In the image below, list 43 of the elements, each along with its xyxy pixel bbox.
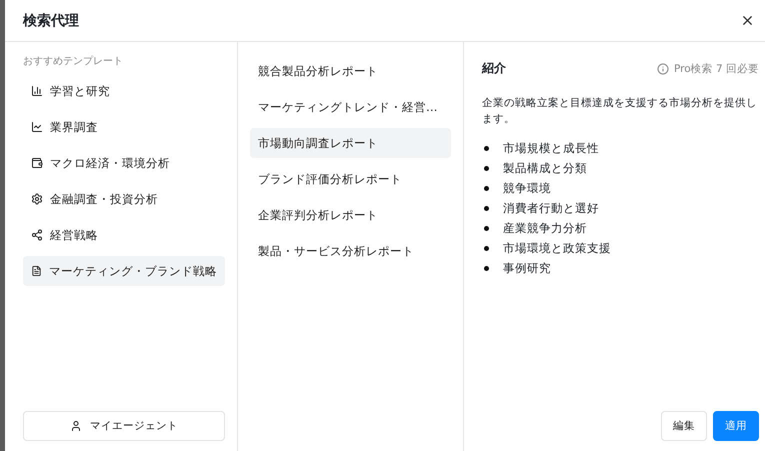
document-icon xyxy=(31,265,42,277)
bullet-icon xyxy=(484,146,489,151)
feature-point: 製品構成と分類 xyxy=(503,161,587,176)
template-item[interactable]: ブランド評価分析レポート xyxy=(250,164,451,194)
template-item[interactable]: マーケティングトレンド・経営… xyxy=(250,92,451,122)
template-item[interactable]: 製品・サービス分析レポート xyxy=(250,236,451,266)
requirement-text: Pro検索 7 回必要 xyxy=(674,62,759,76)
gear-icon xyxy=(31,193,43,205)
sidebar-item[interactable]: マクロ経済・環境分析 xyxy=(23,148,225,178)
bullet-icon xyxy=(484,246,489,251)
apply-button[interactable]: 適用 xyxy=(713,411,759,441)
bullet-icon xyxy=(484,186,489,191)
template-item[interactable]: 市場動向調査レポート xyxy=(250,128,451,158)
template-item[interactable]: 競合製品分析レポート xyxy=(250,56,451,86)
bar-chart-icon xyxy=(31,85,43,97)
template-item[interactable]: 企業評判分析レポート xyxy=(250,200,451,230)
info-icon xyxy=(656,62,669,74)
my-agent-button[interactable]: マイエージェント xyxy=(23,411,225,441)
sidebar-item[interactable]: 業界調査 xyxy=(23,112,225,142)
wallet-icon xyxy=(31,157,43,169)
feature-point: 競争環境 xyxy=(503,181,551,196)
detail-heading: 紹介 xyxy=(482,60,506,77)
feature-point: 市場規模と成長性 xyxy=(503,141,599,156)
line-chart-icon xyxy=(31,121,43,133)
feature-point: 市場環境と政策支援 xyxy=(503,241,611,256)
bullet-icon xyxy=(484,226,489,231)
bullet-icon xyxy=(484,206,489,211)
bullet-icon xyxy=(484,166,489,171)
close-icon xyxy=(740,13,755,28)
feature-point: 事例研究 xyxy=(503,261,551,276)
section-heading: おすすめテンプレート xyxy=(23,54,124,68)
edit-button[interactable]: 編集 xyxy=(661,411,707,441)
feature-point: 産業競争力分析 xyxy=(503,221,587,236)
sidebar-item[interactable]: 金融調査・投資分析 xyxy=(23,184,225,214)
window-title: 検索代理 xyxy=(23,12,79,30)
bullet-icon xyxy=(484,266,489,271)
feature-point: 消費者行動と選好 xyxy=(503,201,599,216)
description-text: 企業の戦略立案と目標達成を支援する市場分析を提供します。 xyxy=(482,96,758,127)
share-icon xyxy=(31,229,43,241)
user-icon xyxy=(70,420,82,432)
sidebar-item[interactable]: 学習と研究 xyxy=(23,76,225,106)
sidebar-item[interactable]: 経営戦略 xyxy=(23,220,225,250)
sidebar-item[interactable]: マーケティング・ブランド戦略 xyxy=(23,256,225,286)
